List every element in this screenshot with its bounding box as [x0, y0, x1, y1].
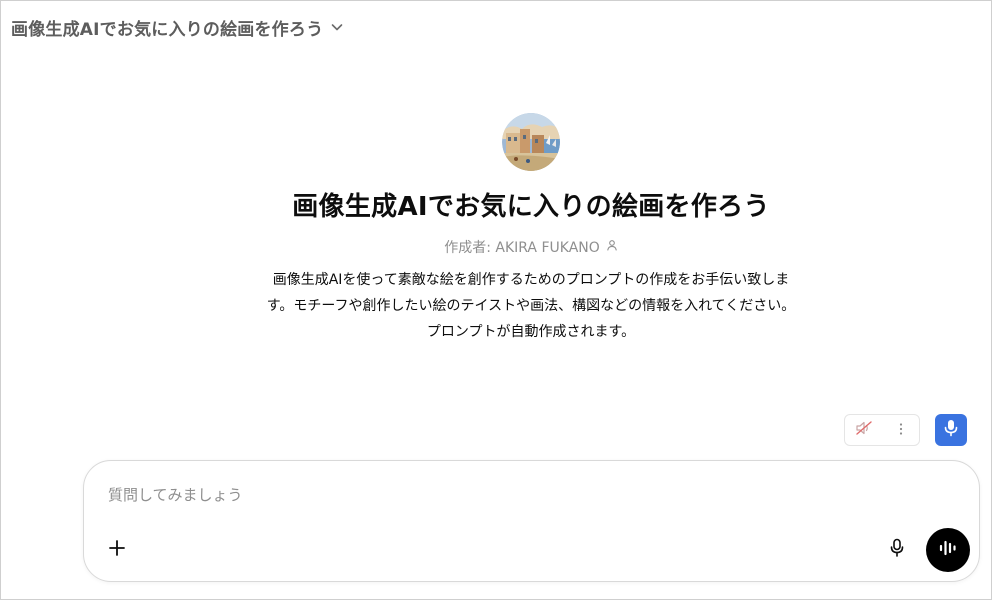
more-vertical-icon	[899, 421, 903, 440]
microphone-icon	[944, 419, 958, 441]
voice-toolbar	[844, 414, 920, 446]
person-icon	[606, 239, 618, 255]
gpt-intro: 画像生成AIでお気に入りの絵画を作ろう 作成者: AKIRA FUKANO 画像…	[1, 113, 992, 345]
gpt-title-dropdown[interactable]: 画像生成AIでお気に入りの絵画を作ろう	[11, 14, 345, 40]
gpt-avatar	[502, 113, 560, 171]
more-options-button[interactable]	[882, 415, 919, 445]
microphone-icon	[890, 538, 904, 562]
waveform-icon	[938, 539, 958, 561]
attach-button[interactable]	[102, 535, 132, 565]
gpt-author[interactable]: 作成者: AKIRA FUKANO	[444, 237, 618, 257]
speaker-muted-icon	[855, 420, 873, 440]
message-composer	[83, 460, 980, 582]
gpt-title: 画像生成AIでお気に入りの絵画を作ろう	[292, 192, 770, 222]
plus-icon	[108, 539, 126, 561]
dictate-button[interactable]	[882, 535, 912, 565]
voice-mode-button[interactable]	[926, 528, 970, 572]
message-input[interactable]	[108, 481, 868, 509]
app-window: 画像生成AIでお気に入りの絵画を作ろう 画像生成AIでお気に入りの絵画を作ろう …	[0, 0, 992, 600]
voice-input-button[interactable]	[935, 414, 967, 446]
mute-button[interactable]	[845, 415, 882, 445]
chevron-down-icon	[329, 19, 345, 35]
header-title: 画像生成AIでお気に入りの絵画を作ろう	[11, 19, 324, 40]
author-label: 作成者: AKIRA FUKANO	[444, 240, 600, 256]
gpt-description: 画像生成AIを使って素敵な絵を創作するためのプロンプトの作成をお手伝い致します。…	[266, 272, 796, 340]
